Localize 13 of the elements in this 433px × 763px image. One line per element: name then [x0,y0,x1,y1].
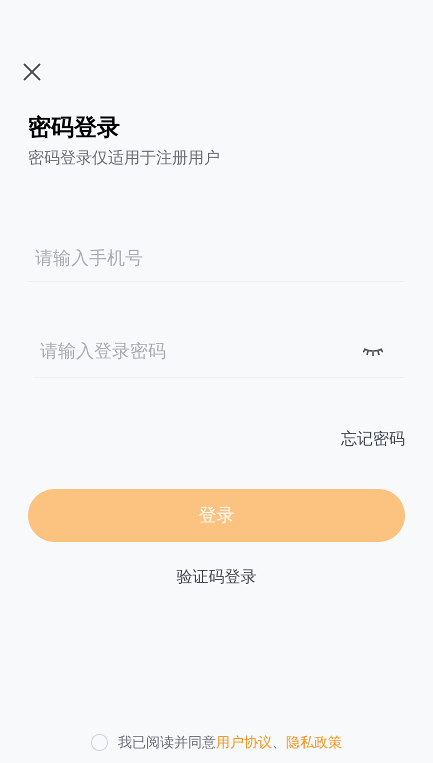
forgot-password-link[interactable]: 忘记密码 [341,428,405,452]
policy-link[interactable]: 隐私政策 [286,734,342,750]
agreement-checkbox[interactable] [91,734,108,751]
closed-eye-icon[interactable] [363,347,383,357]
phone-input-field[interactable]: 请输入手机号 [28,236,405,282]
close-button[interactable] [22,62,42,82]
password-input-field[interactable]: 请输入登录密码 [34,326,405,378]
agreement-text: 我已阅读并同意用户协议、隐私政策 [118,733,342,752]
close-icon [23,63,41,81]
policy-link[interactable]: 用户协议 [216,734,272,750]
page-subtitle: 密码登录仅适用于注册用户 [28,148,221,169]
page-title: 密码登录 [28,113,121,142]
code-login-link[interactable]: 验证码登录 [176,566,256,590]
